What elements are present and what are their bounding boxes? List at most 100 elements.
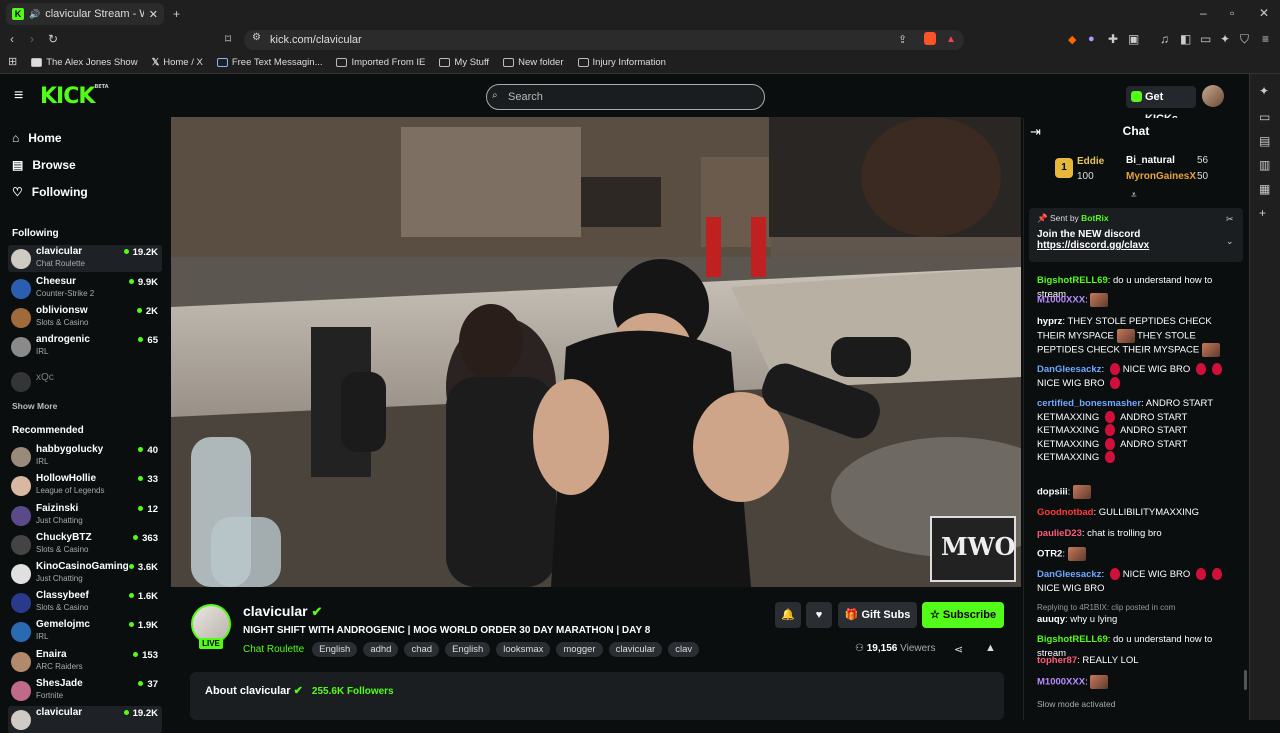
- extension2-icon[interactable]: ●: [1088, 33, 1095, 45]
- reading-list-icon[interactable]: ▥: [1259, 158, 1270, 172]
- site-info-icon[interactable]: ⚙: [252, 33, 261, 43]
- wallet-icon[interactable]: ▭: [1259, 110, 1270, 124]
- following-channel[interactable]: Cheesur Counter-Strike 2 9.9K: [8, 275, 162, 302]
- mwo-watermark: MWO: [941, 532, 1016, 561]
- bookmarks-icon[interactable]: ▦: [1259, 182, 1270, 196]
- nav-home[interactable]: ⌂ Home: [12, 131, 62, 145]
- menu-icon[interactable]: ≡: [1262, 33, 1269, 45]
- extension-icon[interactable]: ◆: [1068, 33, 1076, 46]
- chat-message: topher87: REALLY LOL: [1037, 655, 1139, 666]
- tab-close-icon[interactable]: ✕: [149, 8, 158, 21]
- nav-following[interactable]: ♡ Following: [12, 185, 88, 199]
- back-icon[interactable]: ‹: [10, 33, 14, 45]
- minimize-icon[interactable]: –: [1200, 7, 1207, 19]
- recommended-channel[interactable]: ChuckyBTZ Slots & Casino 363: [8, 531, 162, 558]
- recommended-channel[interactable]: KinoCasinoGaming Just Chatting 3.6K: [8, 560, 162, 587]
- pinned-link[interactable]: https://discord.gg/clavx: [1037, 240, 1235, 251]
- recommended-channel[interactable]: habbygolucky IRL 40: [8, 443, 162, 470]
- media-icon[interactable]: ♫: [1160, 33, 1169, 45]
- chat-message: hyprz: THEY STOLE PEPTIDES CHECK THEIR M…: [1037, 315, 1237, 357]
- leo-icon[interactable]: ✦: [1220, 33, 1230, 45]
- unpin-icon[interactable]: ✂: [1226, 214, 1234, 225]
- follow-button[interactable]: ♥: [806, 602, 832, 628]
- show-more-link[interactable]: Show More: [12, 401, 57, 411]
- recommended-channel[interactable]: ShesJade Fortnite 37: [8, 677, 162, 704]
- share-icon[interactable]: ⇪: [898, 33, 907, 46]
- gift-leaderboard: 1 Eddie 100 Bi_natural 56 MyronGainesX 5…: [1047, 152, 1227, 190]
- playlist-icon[interactable]: ▤: [1259, 134, 1270, 148]
- recommended-channel[interactable]: Enaira ARC Raiders 153: [8, 648, 162, 675]
- tag[interactable]: chad: [404, 642, 440, 657]
- bookmark-item[interactable]: Free Text Messagin...: [216, 57, 322, 68]
- maximize-icon[interactable]: ▫: [1230, 7, 1234, 19]
- recommended-channel[interactable]: HollowHollie League of Legends 33: [8, 472, 162, 499]
- tag[interactable]: clavicular: [608, 642, 663, 657]
- search-input[interactable]: Search: [486, 84, 765, 110]
- following-channel[interactable]: clavicular Chat Roulette 19.2K: [8, 245, 162, 272]
- tab-title: clavicular Stream - Watch Live: [45, 8, 144, 20]
- notification-bell-button[interactable]: 🔔: [775, 602, 801, 628]
- new-tab-icon[interactable]: +: [173, 8, 180, 20]
- streamer-name[interactable]: clavicular ✔: [243, 603, 322, 620]
- chat-scrollbar[interactable]: [1244, 670, 1247, 690]
- bookmark-item[interactable]: The Alex Jones Show: [31, 57, 138, 68]
- vpn-icon[interactable]: ⛉: [1240, 33, 1249, 45]
- stream-title: NIGHT SHIFT WITH ANDROGENIC | MOG WORLD …: [243, 625, 651, 636]
- share-icon[interactable]: ⋖: [954, 643, 963, 656]
- audio-icon[interactable]: 🔊: [29, 9, 40, 20]
- window-close-icon[interactable]: ✕: [1259, 7, 1269, 19]
- rewards-icon[interactable]: ▲: [946, 34, 956, 45]
- gift-subs-button[interactable]: 🎁 Gift Subs: [838, 602, 917, 628]
- browser-tab[interactable]: K 🔊 clavicular Stream - Watch Live ✕: [6, 3, 164, 25]
- recommended-channel[interactable]: Gemelojmc IRL 1.9K: [8, 618, 162, 645]
- reload-icon[interactable]: ↻: [48, 33, 58, 45]
- category-link[interactable]: Chat Roulette: [243, 644, 304, 655]
- tag[interactable]: mogger: [556, 642, 603, 657]
- leo-icon[interactable]: ✦: [1259, 84, 1269, 98]
- following-channel-offline[interactable]: xQc: [8, 368, 162, 395]
- sidebar-toggle-icon[interactable]: ◧: [1180, 33, 1191, 45]
- leader-name[interactable]: Eddie: [1077, 156, 1104, 167]
- user-avatar[interactable]: [1202, 85, 1224, 107]
- recommended-channel[interactable]: Classybeef Slots & Casino 1.6K: [8, 589, 162, 616]
- subscribe-button[interactable]: ☆ Subscribe: [922, 602, 1004, 628]
- bookmark-folder[interactable]: Injury Information: [577, 57, 666, 68]
- stream-tags: Chat Roulette English adhd chad English …: [243, 642, 700, 657]
- tag[interactable]: English: [445, 642, 491, 657]
- star-icon: ☆: [929, 609, 940, 621]
- viewers-icon: ⚇: [855, 643, 864, 654]
- screenshot-icon[interactable]: ▣: [1128, 33, 1139, 45]
- bookmark-folder[interactable]: New folder: [503, 57, 564, 68]
- nav-browse[interactable]: ▤ Browse: [12, 158, 76, 172]
- hamburger-menu-icon[interactable]: ≡: [14, 87, 23, 105]
- tag[interactable]: looksmax: [496, 642, 551, 657]
- slow-mode-notice: Slow mode activated: [1037, 699, 1116, 709]
- kick-logo[interactable]: KICKBETA: [40, 84, 109, 109]
- following-channel[interactable]: androgenic IRL 65: [8, 333, 162, 360]
- tag[interactable]: adhd: [363, 642, 399, 657]
- chat-message: Goodnotbad: GULLIBILITYMAXXING: [1037, 507, 1200, 518]
- video-player[interactable]: MWO: [171, 117, 1021, 587]
- tag[interactable]: English: [312, 642, 358, 657]
- expand-leaderboard-icon[interactable]: ⩡: [1131, 190, 1137, 201]
- apps-icon[interactable]: ⊞: [8, 57, 17, 68]
- bookmark-folder[interactable]: My Stuff: [439, 57, 489, 68]
- bookmark-item[interactable]: 𝕏 Home / X: [152, 57, 203, 68]
- following-channel[interactable]: oblivionsw Slots & Casino 2K: [8, 304, 162, 331]
- tag[interactable]: clav: [668, 642, 700, 657]
- brave-shield-icon[interactable]: [924, 32, 936, 45]
- url-field[interactable]: kick.com/clavicular: [244, 30, 964, 50]
- report-icon[interactable]: ▲: [985, 642, 996, 654]
- rank-badge: 1: [1055, 158, 1073, 178]
- recommended-channel[interactable]: Faizinski Just Chatting 12: [8, 502, 162, 529]
- leader-name[interactable]: MyronGainesX: [1126, 171, 1196, 182]
- bookmark-icon[interactable]: ⌑: [225, 33, 231, 45]
- chevron-down-icon[interactable]: ⌄: [1226, 236, 1234, 247]
- wallet-icon[interactable]: ▭: [1200, 33, 1211, 45]
- forward-icon[interactable]: ›: [30, 33, 34, 45]
- pinned-line: Join the NEW discord: [1037, 229, 1141, 240]
- puzzle-icon[interactable]: ✚: [1108, 33, 1118, 45]
- add-panel-icon[interactable]: +: [1259, 206, 1266, 220]
- leader-name[interactable]: Bi_natural: [1126, 155, 1175, 166]
- bookmark-folder[interactable]: Imported From IE: [336, 57, 425, 68]
